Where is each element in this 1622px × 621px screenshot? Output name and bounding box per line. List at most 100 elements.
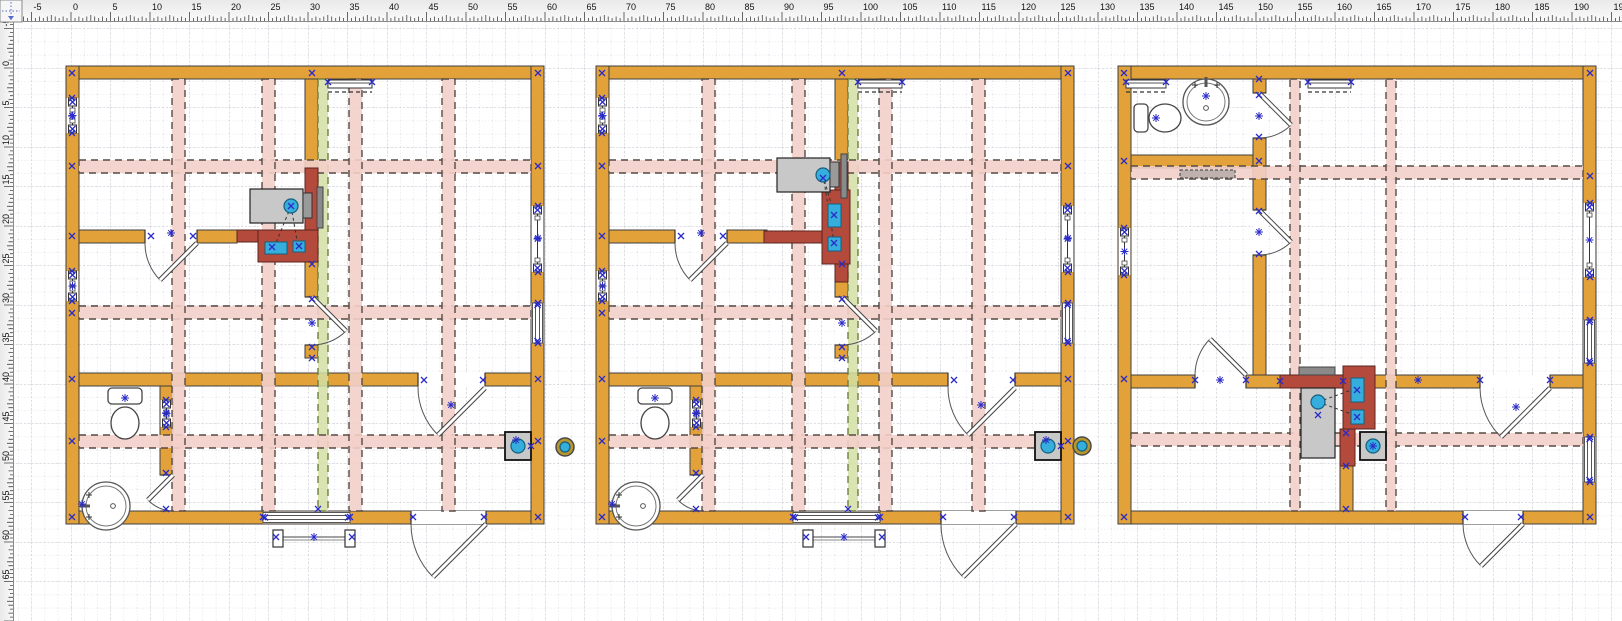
upper-level-wall-pink[interactable] [972, 79, 985, 511]
sink-basin [1311, 395, 1325, 409]
window-sash-handle [1065, 216, 1070, 220]
window-sash-handle [1065, 258, 1070, 262]
radiator-body [1180, 170, 1235, 178]
wall[interactable] [1118, 511, 1596, 524]
h-ruler-label: 0 [73, 2, 78, 12]
h-ruler-label: 65 [587, 2, 597, 12]
v-ruler-label: 50 [1, 451, 11, 461]
wall[interactable] [609, 373, 948, 386]
upper-level-wall-pink[interactable] [702, 79, 715, 511]
window[interactable] [599, 271, 607, 301]
wall[interactable] [66, 66, 544, 79]
grid-major [14, 22, 1622, 621]
wall[interactable] [485, 373, 531, 386]
v-ruler-label: 35 [1, 332, 11, 342]
toilet-tank [1134, 104, 1148, 132]
upper-level-wall-pink[interactable] [442, 79, 455, 511]
h-ruler-label: 145 [1219, 2, 1234, 12]
selection-star-icon [167, 229, 175, 237]
shelf-top [858, 80, 902, 88]
horizontal-ruler: -505101520253035404550556065707580859095… [0, 0, 1622, 22]
h-ruler-label: 170 [1416, 2, 1431, 12]
wall[interactable] [609, 230, 675, 243]
window-sash-handle [535, 258, 540, 262]
window-sash [1585, 437, 1595, 482]
wall[interactable] [1253, 255, 1266, 375]
h-ruler-label: 165 [1377, 2, 1392, 12]
wall[interactable] [79, 230, 145, 243]
wall[interactable] [1253, 79, 1266, 93]
h-ruler-label: 85 [745, 2, 755, 12]
ruler-corner [0, 0, 22, 22]
v-ruler-label: 25 [1, 253, 11, 263]
circular-fixture[interactable] [1073, 437, 1091, 455]
window-sash-handle [1587, 263, 1592, 267]
upper-level-wall-pink[interactable] [879, 79, 892, 511]
wall[interactable] [596, 66, 1074, 79]
boiler[interactable] [1035, 432, 1061, 460]
window[interactable] [1121, 228, 1129, 275]
h-ruler-label: 35 [350, 2, 360, 12]
wall[interactable] [1131, 375, 1195, 388]
selection-star-icon [447, 401, 455, 409]
sink-bowl [1187, 83, 1225, 121]
upper-level-wall-pink[interactable] [172, 79, 185, 511]
window[interactable] [1063, 302, 1073, 344]
upper-level-wall-pink[interactable] [262, 79, 275, 511]
wall[interactable] [197, 230, 237, 243]
upper-level-wall-pink[interactable] [79, 306, 531, 319]
upper-level-wall-pink[interactable] [792, 79, 805, 511]
upper-level-wall-pink[interactable] [1290, 79, 1300, 511]
vertical-ruler: -505101520253035404550556065 [0, 18, 14, 621]
wall[interactable] [1550, 375, 1583, 388]
window[interactable] [69, 271, 77, 301]
stove-body [1280, 375, 1343, 388]
circular-fixture[interactable] [556, 438, 574, 456]
drain-icon [641, 504, 646, 509]
sink-basin [816, 168, 830, 182]
boiler[interactable] [505, 432, 531, 460]
radiator[interactable] [1180, 170, 1235, 178]
window[interactable] [1585, 319, 1595, 364]
wall[interactable] [1118, 66, 1131, 524]
wall[interactable] [727, 230, 767, 243]
wall[interactable] [835, 282, 848, 297]
v-ruler-label: 65 [1, 569, 11, 579]
h-ruler-label: 60 [547, 2, 557, 12]
h-ruler-label: 175 [1456, 2, 1471, 12]
boiler-dial [1041, 439, 1055, 453]
upper-level-wall-pink[interactable] [609, 306, 1061, 319]
wall[interactable] [305, 262, 318, 297]
upper-level-wall-pink[interactable] [79, 435, 531, 448]
stove-body [835, 264, 848, 282]
upper-level-wall-pink[interactable] [349, 79, 362, 511]
wall[interactable] [79, 373, 418, 386]
h-ruler-label: 195 [1614, 2, 1622, 12]
wall[interactable] [1118, 66, 1596, 79]
h-ruler-label: 115 [982, 2, 996, 12]
boiler-dial [511, 439, 525, 453]
window[interactable] [262, 513, 351, 523]
wall[interactable] [1246, 375, 1280, 388]
h-ruler-label: 80 [705, 2, 715, 12]
h-ruler-label: 55 [508, 2, 518, 12]
window[interactable] [533, 302, 543, 344]
window[interactable] [1586, 203, 1594, 277]
h-ruler-label: 5 [113, 2, 118, 12]
plan-canvas[interactable]: -505101520253035404550556065707580859095… [0, 0, 1622, 621]
radiator-bar [841, 154, 847, 198]
wall[interactable] [531, 66, 544, 524]
wall[interactable] [1061, 66, 1074, 524]
upper-level-wall-pink[interactable] [1131, 433, 1583, 446]
h-ruler-label: 100 [863, 2, 878, 12]
v-ruler-label: 0 [1, 61, 11, 66]
window[interactable] [792, 513, 881, 523]
wall[interactable] [305, 79, 318, 168]
selection-star-icon [651, 394, 659, 402]
wall[interactable] [1015, 373, 1061, 386]
wall[interactable] [835, 79, 848, 162]
upper-level-wall-pink[interactable] [609, 435, 1061, 448]
upper-level-wall-pink[interactable] [1386, 79, 1396, 511]
sink-bowl [616, 486, 656, 526]
window[interactable] [1585, 436, 1595, 483]
